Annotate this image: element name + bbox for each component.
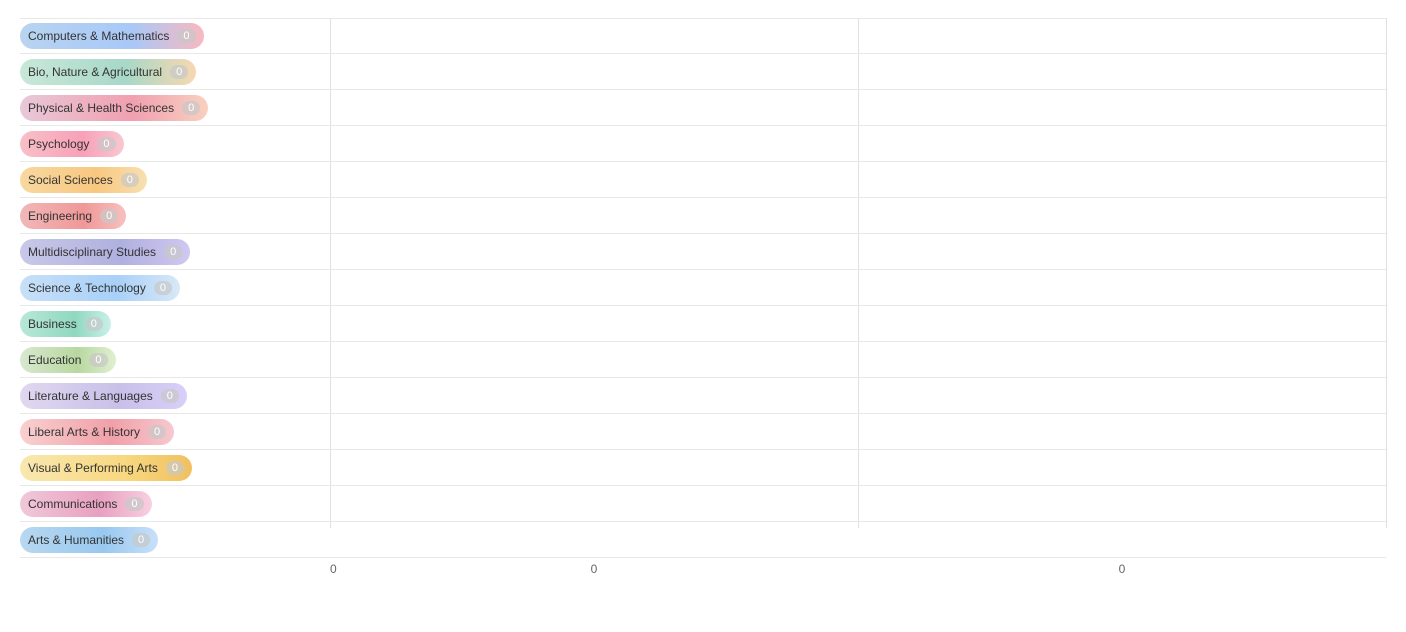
pill-value: 0: [89, 353, 107, 367]
pill-value: 0: [182, 101, 200, 115]
bar-pill: Education 0: [20, 347, 116, 373]
pill-label: Engineering: [28, 209, 92, 223]
grid-line-2: [1386, 18, 1387, 528]
pill-value: 0: [97, 137, 115, 151]
bar-pill: Physical & Health Sciences 0: [20, 95, 208, 121]
pill-label: Arts & Humanities: [28, 533, 124, 547]
bar-row: Communications 0: [20, 486, 1386, 522]
pill-label: Computers & Mathematics: [28, 29, 169, 43]
pill-value: 0: [154, 281, 172, 295]
bar-row: Computers & Mathematics 0: [20, 18, 1386, 54]
bar-row: Science & Technology 0: [20, 270, 1386, 306]
bar-pill: Psychology 0: [20, 131, 124, 157]
bar-pill: Social Sciences 0: [20, 167, 147, 193]
bar-row: Liberal Arts & History 0: [20, 414, 1386, 450]
pill-label: Physical & Health Sciences: [28, 101, 174, 115]
bar-row: Business 0: [20, 306, 1386, 342]
bar-track: [330, 450, 1386, 485]
pill-label: Science & Technology: [28, 281, 146, 295]
pill-value: 0: [166, 461, 184, 475]
pill-label: Liberal Arts & History: [28, 425, 140, 439]
bar-pill: Engineering 0: [20, 203, 126, 229]
pill-value: 0: [125, 497, 143, 511]
label-area: Education 0: [20, 342, 330, 377]
bar-rows-container: Computers & Mathematics 0 Bio, Nature & …: [20, 18, 1386, 558]
label-area: Multidisciplinary Studies 0: [20, 234, 330, 269]
label-area: Computers & Mathematics 0: [20, 19, 330, 53]
label-area: Business 0: [20, 306, 330, 341]
x-axis-label: 0: [858, 562, 1386, 576]
bar-track: [330, 486, 1386, 521]
pill-label: Multidisciplinary Studies: [28, 245, 156, 259]
pill-label: Social Sciences: [28, 173, 113, 187]
pill-value: 0: [100, 209, 118, 223]
label-area: Social Sciences 0: [20, 162, 330, 197]
bar-pill: Computers & Mathematics 0: [20, 23, 204, 49]
bar-row: Multidisciplinary Studies 0: [20, 234, 1386, 270]
bar-track: [330, 162, 1386, 197]
pill-label: Communications: [28, 497, 117, 511]
bar-track: [330, 522, 1386, 557]
pill-label: Bio, Nature & Agricultural: [28, 65, 162, 79]
bar-pill: Arts & Humanities 0: [20, 527, 158, 553]
pill-value: 0: [164, 245, 182, 259]
bar-row: Education 0: [20, 342, 1386, 378]
bar-row: Visual & Performing Arts 0: [20, 450, 1386, 486]
label-area: Bio, Nature & Agricultural 0: [20, 54, 330, 89]
x-axis-label: 0: [330, 562, 858, 576]
pill-value: 0: [121, 173, 139, 187]
bar-pill: Science & Technology 0: [20, 275, 180, 301]
label-area: Literature & Languages 0: [20, 378, 330, 413]
bar-pill: Literature & Languages 0: [20, 383, 187, 409]
bar-row: Engineering 0: [20, 198, 1386, 234]
bar-pill: Business 0: [20, 311, 111, 337]
pill-value: 0: [85, 317, 103, 331]
label-area: Communications 0: [20, 486, 330, 521]
grid-container: Computers & Mathematics 0 Bio, Nature & …: [20, 18, 1386, 558]
pill-value: 0: [132, 533, 150, 547]
bar-track: [330, 126, 1386, 161]
pill-label: Business: [28, 317, 77, 331]
label-area: Science & Technology 0: [20, 270, 330, 305]
label-area: Arts & Humanities 0: [20, 522, 330, 557]
pill-label: Education: [28, 353, 81, 367]
bar-track: [330, 270, 1386, 305]
bar-track: [330, 90, 1386, 125]
pill-value: 0: [177, 29, 195, 43]
pill-label: Literature & Languages: [28, 389, 153, 403]
label-area: Engineering 0: [20, 198, 330, 233]
pill-value: 0: [148, 425, 166, 439]
label-area: Psychology 0: [20, 126, 330, 161]
pill-value: 0: [170, 65, 188, 79]
bar-row: Psychology 0: [20, 126, 1386, 162]
bar-row: Bio, Nature & Agricultural 0: [20, 54, 1386, 90]
pill-label: Psychology: [28, 137, 89, 151]
bar-row: Literature & Languages 0: [20, 378, 1386, 414]
x-axis: 000: [20, 562, 1386, 576]
bar-track: [330, 306, 1386, 341]
bar-pill: Liberal Arts & History 0: [20, 419, 174, 445]
label-area: Physical & Health Sciences 0: [20, 90, 330, 125]
bar-row: Arts & Humanities 0: [20, 522, 1386, 558]
bar-row: Physical & Health Sciences 0: [20, 90, 1386, 126]
chart-area: Computers & Mathematics 0 Bio, Nature & …: [20, 18, 1386, 576]
bar-row: Social Sciences 0: [20, 162, 1386, 198]
label-area: Visual & Performing Arts 0: [20, 450, 330, 485]
bar-track: [330, 234, 1386, 269]
bar-track: [330, 19, 1386, 53]
bar-track: [330, 342, 1386, 377]
bar-pill: Visual & Performing Arts 0: [20, 455, 192, 481]
pill-label: Visual & Performing Arts: [28, 461, 158, 475]
bar-track: [330, 414, 1386, 449]
bar-track: [330, 198, 1386, 233]
pill-value: 0: [161, 389, 179, 403]
label-area: Liberal Arts & History 0: [20, 414, 330, 449]
bar-track: [330, 378, 1386, 413]
bar-pill: Multidisciplinary Studies 0: [20, 239, 190, 265]
bar-pill: Communications 0: [20, 491, 152, 517]
bar-track: [330, 54, 1386, 89]
bar-pill: Bio, Nature & Agricultural 0: [20, 59, 196, 85]
